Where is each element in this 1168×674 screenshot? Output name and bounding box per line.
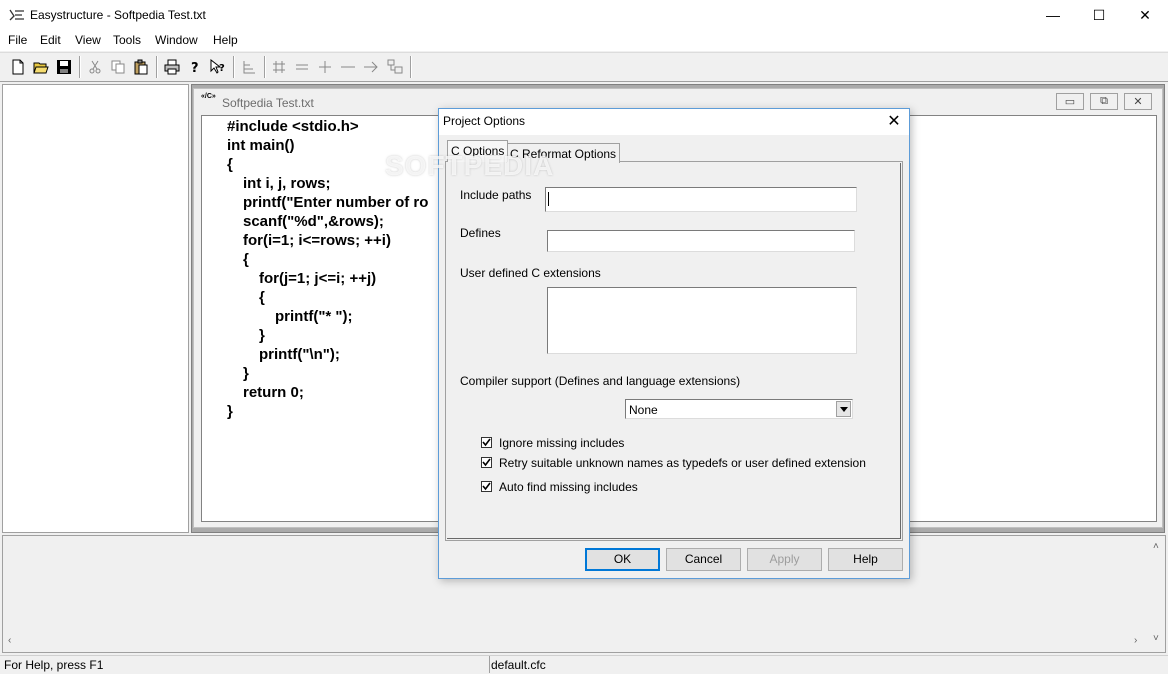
status-help-text: For Help, press F1: [4, 658, 104, 672]
status-divider: [489, 656, 490, 673]
maximize-button[interactable]: ☐: [1076, 0, 1122, 31]
scroll-up-icon[interactable]: ˄: [1153, 541, 1159, 552]
retry-unknown-names-checkbox[interactable]: [481, 457, 492, 468]
window-title: Easystructure - Softpedia Test.txt: [30, 8, 206, 22]
svg-text:?: ?: [191, 61, 199, 75]
apply-button[interactable]: Apply: [747, 548, 822, 571]
ignore-missing-includes-label: Ignore missing includes: [499, 436, 625, 450]
minus-icon[interactable]: [291, 56, 313, 78]
close-button[interactable]: ✕: [1122, 0, 1168, 31]
user-extensions-label: User defined C extensions: [460, 266, 601, 280]
doc-close-button[interactable]: ✕: [1124, 93, 1152, 110]
chevron-down-icon[interactable]: [836, 401, 851, 417]
toolbar-separator: [233, 56, 235, 78]
code-line: }: [259, 327, 265, 344]
code-line: }: [243, 365, 249, 382]
code-line: scanf("%d",&rows);: [243, 213, 384, 230]
status-bar: [0, 655, 1168, 674]
retry-unknown-names-label: Retry suitable unknown names as typedefs…: [499, 456, 866, 470]
toolbar-separator: [79, 56, 81, 78]
user-extensions-textarea[interactable]: [547, 287, 857, 354]
svg-text:?: ?: [219, 63, 225, 74]
dash-icon[interactable]: [337, 56, 359, 78]
vertical-scrollbar[interactable]: ˄ ˅: [1150, 537, 1165, 651]
code-line: {: [259, 289, 265, 306]
compiler-support-label: Compiler support (Defines and language e…: [460, 374, 741, 388]
save-icon[interactable]: [53, 56, 75, 78]
help-button[interactable]: Help: [828, 548, 903, 571]
dialog-title: Project Options: [443, 114, 526, 128]
help-icon[interactable]: ?: [184, 56, 206, 78]
code-line: {: [227, 156, 233, 173]
minimize-button[interactable]: —: [1030, 0, 1076, 31]
print-icon[interactable]: [161, 56, 183, 78]
menu-edit[interactable]: Edit: [40, 33, 61, 47]
dialog-close-button[interactable]: ✕: [880, 110, 908, 134]
app-logo-icon: [8, 7, 26, 23]
menu-window[interactable]: Window: [155, 33, 198, 47]
doc-minimize-button[interactable]: ▭: [1056, 93, 1084, 110]
compiler-support-value: None: [629, 403, 658, 417]
toolbar-separator: [410, 56, 412, 78]
code-line: for(i=1; i<=rows; ++i): [243, 232, 391, 249]
auto-find-includes-label: Auto find missing includes: [499, 480, 638, 494]
cut-icon[interactable]: [84, 56, 106, 78]
open-folder-icon[interactable]: [30, 56, 52, 78]
code-line: for(j=1; j<=i; ++j): [259, 270, 377, 287]
compiler-support-select[interactable]: None: [625, 399, 853, 419]
context-help-icon[interactable]: ?: [207, 56, 229, 78]
code-line: {: [243, 251, 249, 268]
document-title: Softpedia Test.txt: [222, 96, 314, 110]
code-line: return 0;: [243, 384, 304, 401]
code-line: printf("\n");: [259, 346, 340, 363]
structure-icon[interactable]: [384, 56, 406, 78]
menu-view[interactable]: View: [75, 33, 101, 47]
plus-icon[interactable]: [314, 56, 336, 78]
doc-restore-button[interactable]: ⧉: [1090, 93, 1118, 110]
tree-structure-icon[interactable]: [238, 56, 260, 78]
menu-help[interactable]: Help: [213, 33, 238, 47]
code-line: printf("* ");: [275, 308, 353, 325]
scroll-left-icon[interactable]: ‹: [8, 635, 11, 646]
status-config-file: default.cfc: [491, 658, 546, 672]
new-file-icon[interactable]: [7, 56, 29, 78]
defines-input[interactable]: [547, 230, 855, 252]
horizontal-scrollbar[interactable]: ‹ ›: [4, 634, 1148, 650]
document-icon: «/C»: [201, 93, 216, 100]
toolbar-separator: [264, 56, 266, 78]
ok-button[interactable]: OK: [585, 548, 660, 571]
menu-file[interactable]: File: [8, 33, 27, 47]
code-line: int main(): [227, 137, 295, 154]
code-line: #include <stdio.h>: [227, 118, 359, 135]
softpedia-watermark: SOFTPEDIA: [385, 150, 555, 181]
cancel-button[interactable]: Cancel: [666, 548, 741, 571]
ignore-missing-includes-checkbox[interactable]: [481, 437, 492, 448]
auto-find-includes-checkbox[interactable]: [481, 481, 492, 492]
scroll-right-icon[interactable]: ›: [1134, 635, 1137, 646]
project-tree-pane[interactable]: [2, 84, 189, 533]
menu-tools[interactable]: Tools: [113, 33, 141, 47]
toolbar-separator: [156, 56, 158, 78]
code-line: }: [227, 403, 233, 420]
paste-icon[interactable]: [130, 56, 152, 78]
arrow-right-icon[interactable]: [360, 56, 382, 78]
include-paths-input[interactable]: [545, 187, 857, 212]
defines-label: Defines: [460, 226, 501, 240]
code-line: int i, j, rows;: [243, 175, 331, 192]
code-line: printf("Enter number of ro: [243, 194, 429, 211]
include-paths-label: Include paths: [460, 188, 532, 202]
grid-icon[interactable]: [268, 56, 290, 78]
text-caret: [548, 192, 549, 206]
copy-icon[interactable]: [107, 56, 129, 78]
scroll-down-icon[interactable]: ˅: [1153, 633, 1159, 644]
